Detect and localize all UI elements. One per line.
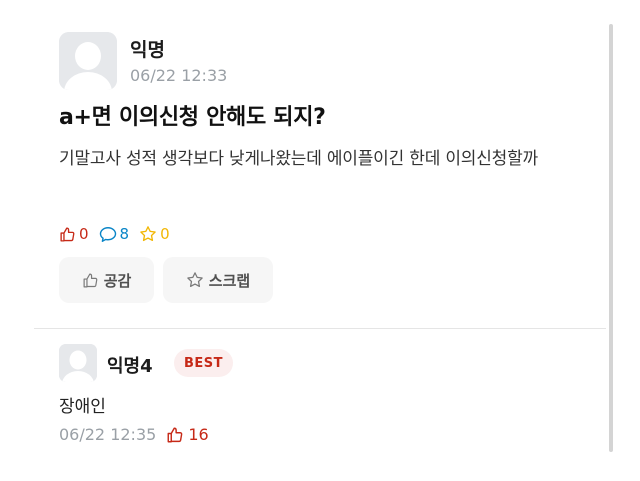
divider xyxy=(34,328,606,329)
comment-bubble-icon xyxy=(99,226,116,242)
like-button-label: 공감 xyxy=(103,271,132,290)
thumb-up-icon xyxy=(60,226,75,242)
avatar-icon xyxy=(59,344,97,382)
post-avatar[interactable] xyxy=(59,32,117,90)
comment-author: 익명4 xyxy=(107,356,153,377)
avatar-icon xyxy=(59,32,117,90)
like-count-value: 0 xyxy=(79,225,89,243)
post-title: a+면 이의신청 안해도 되지? xyxy=(59,105,326,130)
star-icon xyxy=(187,272,203,288)
comment-count: 8 xyxy=(99,225,130,243)
post-body: 기말고사 성적 생각보다 낮게나왔는데 에이플이긴 한데 이의신청할까 xyxy=(59,149,538,169)
thumb-up-icon xyxy=(83,273,98,287)
like-count: 0 xyxy=(59,225,89,243)
scrap-button[interactable]: 스크랩 xyxy=(163,257,273,303)
comment-meta: 06/22 12:35 16 xyxy=(59,425,209,444)
like-button[interactable]: 공감 xyxy=(59,257,154,303)
thumb-up-icon xyxy=(167,427,183,442)
comment-like-value: 16 xyxy=(188,425,209,444)
post-time: 06/22 12:33 xyxy=(130,66,228,85)
star-icon xyxy=(140,226,156,242)
scrap-count: 0 xyxy=(139,225,170,243)
scrollbar[interactable] xyxy=(609,24,613,452)
comment-time: 06/22 12:35 xyxy=(59,425,157,444)
best-badge: BEST xyxy=(174,349,234,377)
post-stats: 0 8 0 xyxy=(59,225,180,243)
scrap-count-value: 0 xyxy=(160,225,170,243)
scrap-button-label: 스크랩 xyxy=(208,271,251,290)
comment-avatar[interactable] xyxy=(59,344,97,382)
comment-like-count: 16 xyxy=(166,425,209,444)
post-author: 익명 xyxy=(130,39,165,61)
comment-count-value: 8 xyxy=(119,225,130,243)
comment-text: 장애인 xyxy=(59,397,106,417)
